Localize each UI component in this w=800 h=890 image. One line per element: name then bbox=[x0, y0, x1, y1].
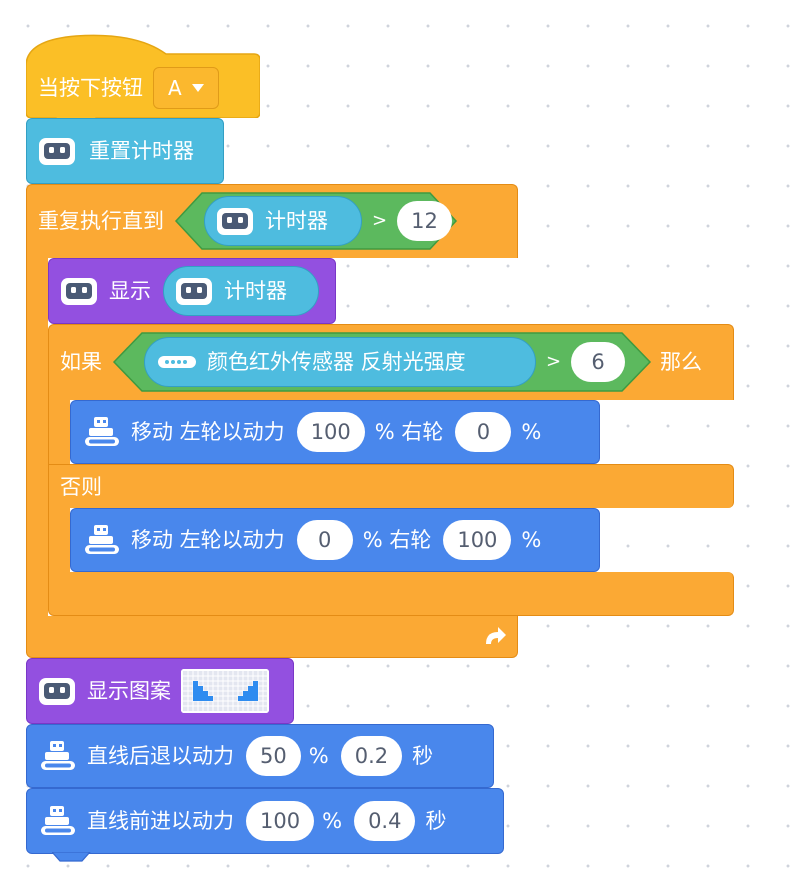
straight-forward-block[interactable]: 直线前进以动力 100 % 0.4 秒 bbox=[26, 788, 504, 854]
move-label-1: 移动 左轮以动力 bbox=[131, 419, 285, 444]
loop-arrow-icon bbox=[486, 627, 506, 644]
right-power-input[interactable]: 0 bbox=[455, 412, 512, 452]
robot-face-icon bbox=[39, 678, 75, 705]
left-power-input[interactable]: 100 bbox=[296, 412, 365, 452]
then-label: 那么 bbox=[660, 349, 702, 374]
repeat-value-input[interactable]: 12 bbox=[397, 201, 452, 241]
move-label-1: 移动 左轮以动力 bbox=[131, 527, 285, 552]
forward-label: 直线前进以动力 bbox=[87, 808, 234, 833]
move-label-3: % bbox=[521, 419, 542, 444]
led-matrix-icon[interactable] bbox=[181, 669, 269, 713]
timer-reporter[interactable]: 计时器 bbox=[204, 196, 362, 246]
robot-car-icon bbox=[41, 806, 75, 835]
timer-reporter-label: 计时器 bbox=[265, 208, 328, 233]
ir-sensor-icon bbox=[158, 356, 196, 368]
repeat-until-label: 重复执行直到 bbox=[38, 208, 164, 233]
ir-sensor-reporter[interactable]: 颜色红外传感器 反射光强度 bbox=[144, 337, 536, 387]
show-pattern-block[interactable]: 显示图案 bbox=[26, 658, 294, 724]
backward-label: 直线后退以动力 bbox=[87, 743, 234, 768]
if-value-input[interactable]: 6 bbox=[571, 342, 626, 382]
robot-face-icon bbox=[39, 138, 75, 165]
repeat-condition[interactable]: 计时器 > 12 bbox=[174, 191, 458, 251]
backward-time-input[interactable]: 0.2 bbox=[340, 736, 403, 776]
move-label-3: % bbox=[521, 527, 542, 552]
if-then-arm bbox=[48, 399, 70, 465]
reset-timer-block[interactable]: 重置计时器 bbox=[26, 118, 224, 184]
repeat-until-bottom bbox=[26, 616, 518, 658]
right-power-input[interactable]: 100 bbox=[443, 520, 512, 560]
robot-car-icon bbox=[41, 741, 75, 770]
robot-car-icon bbox=[85, 417, 119, 446]
forward-percent: % bbox=[322, 808, 343, 833]
ir-sensor-label: 颜色红外传感器 反射光强度 bbox=[207, 349, 466, 374]
if-condition[interactable]: 颜色红外传感器 反射光强度 > 6 bbox=[112, 331, 652, 393]
robot-face-icon bbox=[176, 278, 212, 305]
move-label-2: % 右轮 bbox=[362, 527, 432, 552]
left-power-input[interactable]: 0 bbox=[296, 520, 353, 560]
triangle-down-icon bbox=[191, 84, 204, 92]
hat-label: 当按下按钮 bbox=[38, 75, 143, 100]
block-bottom-tab bbox=[52, 852, 91, 862]
if-label: 如果 bbox=[60, 349, 102, 374]
reset-timer-label: 重置计时器 bbox=[89, 138, 194, 163]
backward-percent: % bbox=[308, 743, 329, 768]
robot-face-icon bbox=[61, 278, 97, 305]
straight-backward-block[interactable]: 直线后退以动力 50 % 0.2 秒 bbox=[26, 724, 494, 788]
else-bar bbox=[48, 464, 734, 508]
robot-face-icon bbox=[217, 208, 253, 235]
button-dropdown[interactable]: A bbox=[153, 67, 219, 109]
else-label: 否则 bbox=[60, 474, 102, 499]
timer-reporter[interactable]: 计时器 bbox=[163, 266, 319, 316]
when-button-pressed-hat[interactable]: 当按下按钮 A bbox=[26, 32, 260, 118]
show-label: 显示 bbox=[109, 278, 151, 303]
greater-than-operator: > bbox=[372, 210, 388, 231]
move-label-2: % 右轮 bbox=[374, 419, 444, 444]
forward-seconds: 秒 bbox=[425, 808, 447, 833]
show-pattern-label: 显示图案 bbox=[87, 678, 171, 703]
forward-power-input[interactable]: 100 bbox=[246, 801, 315, 841]
greater-than-operator: > bbox=[546, 351, 562, 372]
backward-seconds: 秒 bbox=[412, 743, 434, 768]
timer-reporter-label: 计时器 bbox=[224, 278, 287, 303]
robot-car-icon bbox=[85, 525, 119, 554]
if-else-bottom bbox=[48, 572, 734, 616]
button-value: A bbox=[168, 76, 182, 100]
show-timer-block[interactable]: 显示 计时器 bbox=[48, 258, 336, 324]
forward-time-input[interactable]: 0.4 bbox=[354, 801, 416, 841]
move-wheels-block-then[interactable]: 移动 左轮以动力 100 % 右轮 0 % bbox=[70, 400, 600, 464]
move-wheels-block-else[interactable]: 移动 左轮以动力 0 % 右轮 100 % bbox=[70, 508, 600, 572]
backward-power-input[interactable]: 50 bbox=[246, 736, 301, 776]
repeat-until-arm bbox=[26, 257, 48, 617]
if-else-arm bbox=[48, 507, 70, 573]
